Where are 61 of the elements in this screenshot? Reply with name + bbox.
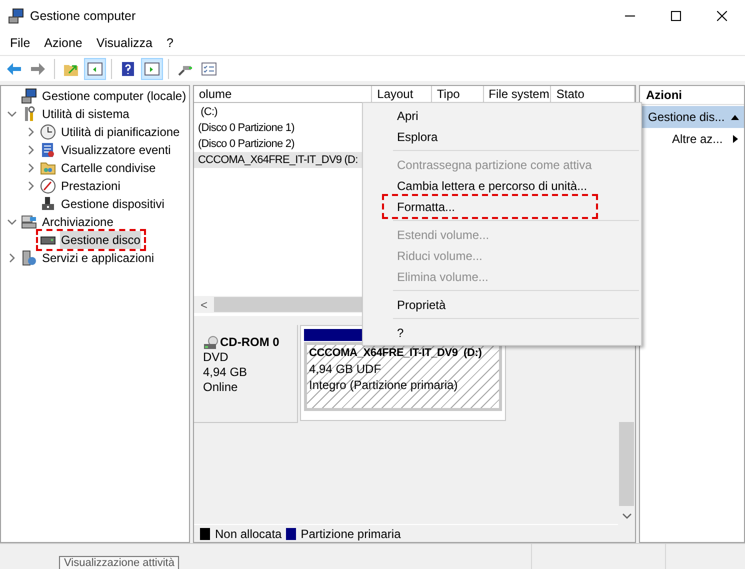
chevron-down-icon[interactable] xyxy=(7,217,17,227)
more-actions-item[interactable]: Altre az... xyxy=(640,128,744,150)
context-menu-item[interactable]: Cambia lettera e percorso di unità... xyxy=(384,175,596,196)
legend-label: Partizione primaria xyxy=(300,526,401,542)
clock-icon xyxy=(40,124,56,140)
tree-item[interactable]: Gestione computer (locale) xyxy=(41,87,188,105)
chevron-right-icon[interactable] xyxy=(26,181,36,191)
pane-toggle-icon[interactable] xyxy=(141,58,163,80)
computer-icon xyxy=(21,88,37,104)
disk-name: CD-ROM 0 xyxy=(220,335,280,350)
collapse-triangle-icon xyxy=(731,114,739,120)
tree-item[interactable]: Prestazioni xyxy=(60,177,122,195)
legend-label: Non allocata xyxy=(215,526,282,542)
device-icon xyxy=(40,196,56,212)
context-menu-item[interactable]: Apri xyxy=(384,105,596,126)
partition-detail: Integro (Partizione primaria) xyxy=(309,377,459,393)
volume-row[interactable]: (Disco 0 Partizione 2) xyxy=(194,136,362,152)
menu-item[interactable]: File xyxy=(3,34,38,53)
menu-item[interactable]: ? xyxy=(159,34,180,53)
context-menu-item[interactable]: Formatta... xyxy=(384,196,596,217)
disk-detail: 4,94 GB xyxy=(203,365,248,380)
chevron-down-icon[interactable] xyxy=(7,109,17,119)
tree-item[interactable]: Utilità di sistema xyxy=(41,105,130,123)
tree-item[interactable]: Utilità di pianificazione xyxy=(60,123,181,141)
window-title: Gestione computer xyxy=(30,8,136,25)
pane-toggle-icon[interactable] xyxy=(84,58,106,80)
tooltip: Visualizzazione attività xyxy=(59,556,180,569)
storage-icon xyxy=(21,214,37,230)
disk-detail: Online xyxy=(203,380,239,395)
partition-title: CCCOMA_X64FRE_IT-IT_DV9 (D:) xyxy=(309,346,483,361)
actions-section-header[interactable]: Gestione dis... xyxy=(640,106,744,128)
tree-item[interactable]: Servizi e applicazioni xyxy=(41,249,156,267)
maximize-icon xyxy=(671,11,681,21)
chevron-right-icon[interactable] xyxy=(26,145,36,155)
cd-drive-icon xyxy=(203,336,219,350)
gauge-icon xyxy=(40,178,56,194)
chevron-right-icon[interactable] xyxy=(26,163,36,173)
scroll-left-button[interactable]: < xyxy=(194,296,214,314)
disk-detail: DVD xyxy=(203,350,230,365)
folder-icon xyxy=(40,160,56,176)
volume-row[interactable]: (C:) xyxy=(194,104,362,120)
log-icon xyxy=(40,142,56,158)
tree-item[interactable]: Gestione disco xyxy=(60,231,142,249)
context-menu-item[interactable]: Esplora xyxy=(384,126,596,147)
submenu-triangle-icon xyxy=(733,135,738,143)
volume-row[interactable]: (Disco 0 Partizione 1) xyxy=(194,120,362,136)
menu-item[interactable]: Azione xyxy=(37,34,90,53)
chevron-right-icon[interactable] xyxy=(26,127,36,137)
tree-item[interactable]: Visualizzatore eventi xyxy=(60,141,172,159)
menu-item[interactable]: Visualizza xyxy=(89,34,160,53)
computer-icon xyxy=(8,8,24,24)
tree-item[interactable]: Cartelle condivise xyxy=(60,159,157,177)
scroll-down-icon[interactable] xyxy=(622,512,632,520)
tree-item[interactable]: Archiviazione xyxy=(41,213,114,231)
chevron-right-icon[interactable] xyxy=(7,253,17,263)
tree-item[interactable]: Gestione dispositivi xyxy=(60,195,166,213)
services-icon xyxy=(21,250,37,266)
context-menu-item[interactable]: Proprietà xyxy=(384,294,596,315)
partition-detail: 4,94 GB UDF xyxy=(309,361,382,377)
close-icon xyxy=(717,11,727,21)
volume-row[interactable]: CCCOMA_X64FRE_IT-IT_DV9 (D: xyxy=(194,152,362,168)
